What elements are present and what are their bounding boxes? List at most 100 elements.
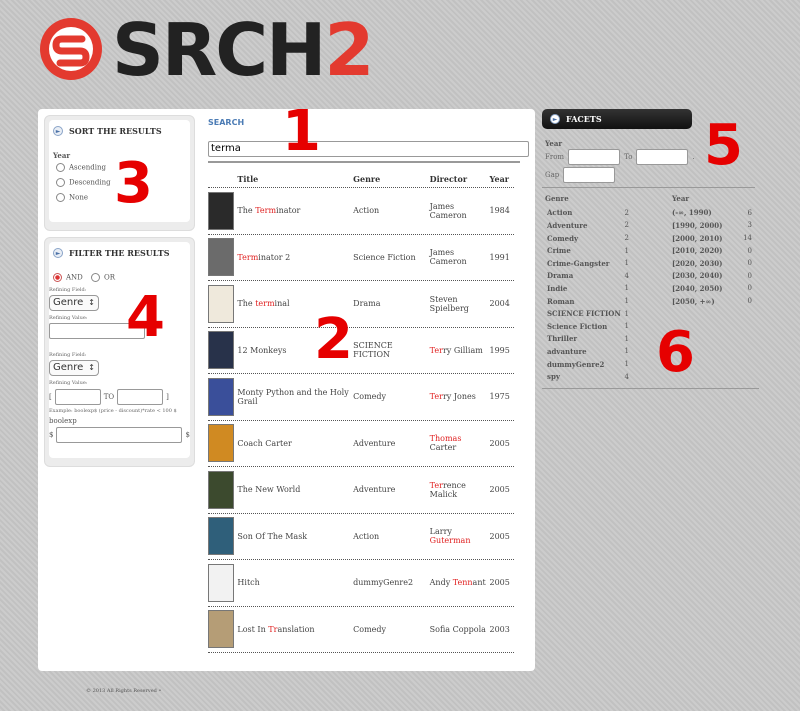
table-row[interactable]: The Terminator Action James Cameron 1984	[208, 188, 514, 235]
movie-poster[interactable]	[208, 517, 234, 556]
annotation-2: 2	[314, 307, 353, 372]
genre-facet-item[interactable]: Action 2	[545, 207, 629, 220]
sort-option-none[interactable]: None	[56, 193, 88, 202]
table-row[interactable]: Lost In Translation Comedy Sofia Coppola 20…	[208, 607, 514, 653]
filter-logic-or[interactable]: OR	[91, 273, 115, 282]
result-title[interactable]: The New World	[237, 485, 353, 494]
result-genre: Adventure	[353, 438, 396, 448]
movie-poster[interactable]	[208, 610, 234, 649]
table-row[interactable]: Monty Python and the Holy Grail Comedy Ter…	[208, 374, 514, 421]
radio-icon[interactable]	[91, 273, 100, 282]
result-year: 2005	[489, 531, 510, 541]
genre-facet-item[interactable]: Crime 1	[545, 244, 629, 257]
range-row: [ TO ]	[49, 389, 169, 405]
range-to-input[interactable]	[117, 389, 164, 405]
annotation-6: 6	[656, 320, 695, 385]
year-from-input[interactable]	[568, 149, 621, 165]
year-gap-input[interactable]	[563, 167, 616, 183]
result-year: 2004	[489, 299, 510, 309]
result-genre: SCIENCE FICTION	[353, 341, 393, 360]
genre-facet-header: Genre	[545, 194, 569, 203]
year-facet-item[interactable]: [1990, 2000) 3	[672, 219, 754, 232]
boolexp-input[interactable]	[56, 427, 183, 443]
movie-poster[interactable]	[208, 377, 234, 416]
year-facet-item[interactable]: (-∞, 1990) 6	[672, 207, 754, 220]
col-year[interactable]: Year	[489, 174, 514, 184]
movie-poster[interactable]	[208, 424, 234, 463]
result-title[interactable]: Monty Python and the Holy Grail	[237, 388, 353, 406]
search-label: SEARCH	[208, 118, 245, 127]
genre-facet-item[interactable]: dummyGenre2 1	[545, 358, 629, 371]
search-input[interactable]: terma	[208, 141, 529, 157]
year-facet-item[interactable]: [2010, 2020) 0	[672, 244, 754, 257]
table-row[interactable]: The New World Adventure Terrence Malick 200…	[208, 467, 514, 514]
year-to-input[interactable]	[636, 149, 689, 165]
range-from-input[interactable]	[54, 389, 101, 405]
result-director: James Cameron	[429, 248, 467, 267]
filter-panel: ► FILTER THE RESULTS AND OR Refining Fie…	[44, 237, 195, 467]
movie-poster[interactable]	[208, 238, 234, 277]
refining-field-select-1[interactable]: Genre	[49, 295, 99, 311]
radio-checked-icon[interactable]	[53, 273, 62, 282]
col-title[interactable]: Title	[237, 174, 353, 184]
movie-poster[interactable]	[208, 284, 234, 323]
filter-header: ► FILTER THE RESULTS	[53, 248, 169, 258]
genre-facet-item[interactable]: Adventure 2	[545, 219, 629, 232]
genre-facet-item[interactable]: SCIENCE FICTION 1	[545, 307, 629, 320]
results-table: Title Genre Director Year The Terminator…	[208, 170, 514, 653]
result-year: 2003	[489, 624, 510, 634]
radio-icon[interactable]	[56, 163, 65, 172]
genre-facet-item[interactable]: Roman 1	[545, 295, 629, 308]
logo-wordmark: SRCH2	[112, 8, 375, 92]
result-title[interactable]: Coach Carter	[237, 439, 353, 448]
radio-icon[interactable]	[56, 193, 65, 202]
year-facet-item[interactable]: [2020, 2030) 0	[672, 257, 754, 270]
genre-facet-item[interactable]: spy 4	[545, 370, 629, 383]
table-row[interactable]: Terminator 2 Science Fiction James Cameron…	[208, 235, 514, 281]
year-facet-item[interactable]: [2000, 2010) 14	[672, 232, 754, 245]
col-genre[interactable]: Genre	[353, 174, 430, 184]
movie-poster[interactable]	[208, 563, 234, 602]
year-facet-item[interactable]: [2040, 2050) 0	[672, 282, 754, 295]
genre-facet-item[interactable]: Thriller 1	[545, 333, 629, 346]
result-year: 2005	[489, 438, 510, 448]
result-director: Andy Tennant	[429, 578, 486, 588]
genre-facet-item[interactable]: Comedy 2	[545, 232, 629, 245]
result-title[interactable]: Hitch	[237, 578, 353, 587]
movie-poster[interactable]	[208, 331, 234, 370]
table-row[interactable]: Son Of The Mask Action Larry Guterman 2005	[208, 514, 514, 560]
table-row[interactable]: Coach Carter Adventure Thomas Carter 2005	[208, 421, 514, 467]
movie-poster[interactable]	[208, 191, 234, 230]
genre-facet-item[interactable]: Crime-Gangster 1	[545, 257, 629, 270]
table-row[interactable]: Hitch dummyGenre2 Andy Tennant 2005	[208, 560, 514, 607]
result-title[interactable]: The Terminator	[237, 206, 353, 215]
sort-option-ascending[interactable]: Ascending	[56, 163, 106, 172]
result-genre: Comedy	[353, 624, 387, 634]
filter-logic-and[interactable]: AND	[53, 273, 83, 282]
result-title[interactable]: Terminator 2	[237, 253, 353, 262]
annotation-4: 4	[126, 285, 165, 350]
table-row[interactable]: The terminal Drama Steven Spielberg 2004	[208, 281, 514, 328]
boolexp-label: boolexp	[49, 417, 77, 425]
result-title[interactable]: Lost In Translation	[237, 625, 353, 634]
genre-facet-item[interactable]: Drama 4	[545, 270, 629, 283]
year-facet-list: Year (-∞, 1990) 6 [1990, 2000) 3 [2000, 2010…	[672, 194, 754, 307]
genre-facet-item[interactable]: advanture 1	[545, 345, 629, 358]
result-year: 1991	[489, 252, 510, 262]
year-facet-item[interactable]: [2030, 2040) 0	[672, 270, 754, 283]
refining-field-label: Refining Field:	[49, 287, 87, 293]
table-row[interactable]: 12 Monkeys SCIENCE FICTION Terry Gilliam 19…	[208, 328, 514, 374]
refining-field-select-2[interactable]: Genre	[49, 360, 99, 376]
year-facet-item[interactable]: [2050, +∞) 0	[672, 295, 754, 308]
result-director: Steven Spielberg	[429, 294, 469, 313]
radio-icon[interactable]	[56, 178, 65, 187]
genre-facet-item[interactable]: Science Fiction 1	[545, 320, 629, 333]
result-title[interactable]: Son Of The Mask	[237, 532, 353, 541]
refining-value-label: Refining Value:	[49, 315, 88, 321]
sort-option-descending[interactable]: Descending	[56, 178, 111, 187]
movie-poster[interactable]	[208, 470, 234, 509]
result-year: 1975	[489, 392, 510, 402]
col-director[interactable]: Director	[430, 174, 490, 184]
genre-facet-item[interactable]: Indie 1	[545, 282, 629, 295]
example-hint: Example: boolexp$ (price - discount)*rat…	[49, 408, 177, 414]
